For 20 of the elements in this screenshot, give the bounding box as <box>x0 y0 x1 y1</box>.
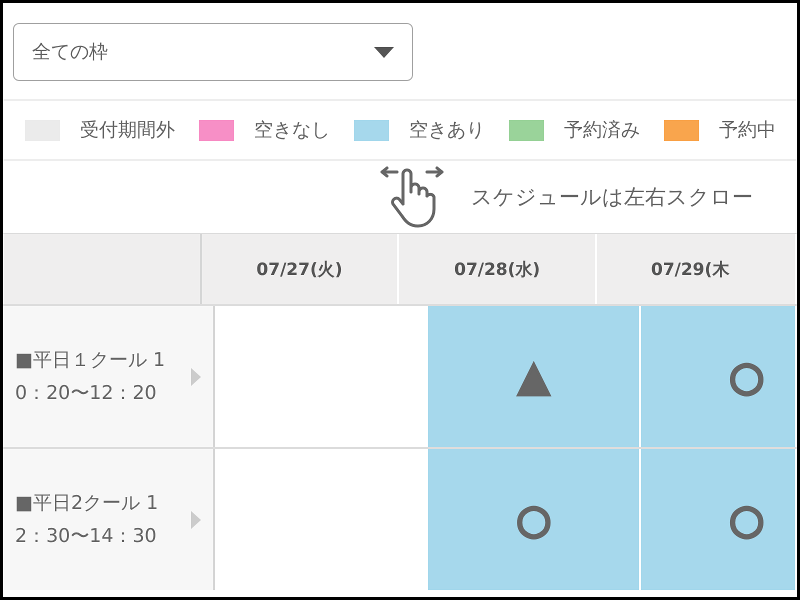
schedule-cell[interactable]: ○ <box>641 306 797 447</box>
filter-dropdown[interactable]: 全ての枠 <box>13 23 413 81</box>
date-header: 07/29(木 <box>596 234 797 304</box>
date-header: 07/28(水) <box>399 234 597 304</box>
schedule-cell[interactable]: ○ <box>428 449 642 590</box>
legend-label: 空きなし <box>254 118 330 143</box>
caret-icon <box>374 46 394 58</box>
slot-label-cell[interactable]: ■平日2クール 12：30〜14：30 <box>3 449 216 590</box>
chevron-right-icon <box>191 368 201 386</box>
legend-label: 受付期間外 <box>80 118 175 143</box>
legend-label: 予約中 <box>719 118 776 143</box>
scroll-hint-text: スケジュールは左右スクロー <box>471 184 753 211</box>
schedule-cell[interactable]: ▲ <box>428 306 642 447</box>
date-header: 07/27(火) <box>202 234 400 304</box>
legend-label: 空きあり <box>409 118 485 143</box>
legend-label: 予約済み <box>564 118 640 143</box>
slot-label-cell[interactable]: ■平日１クール 10：20〜12：20 <box>3 306 216 447</box>
swipe-hand-icon <box>379 166 445 228</box>
schedule-cell[interactable]: ○ <box>641 449 797 590</box>
chevron-right-icon <box>191 510 201 528</box>
